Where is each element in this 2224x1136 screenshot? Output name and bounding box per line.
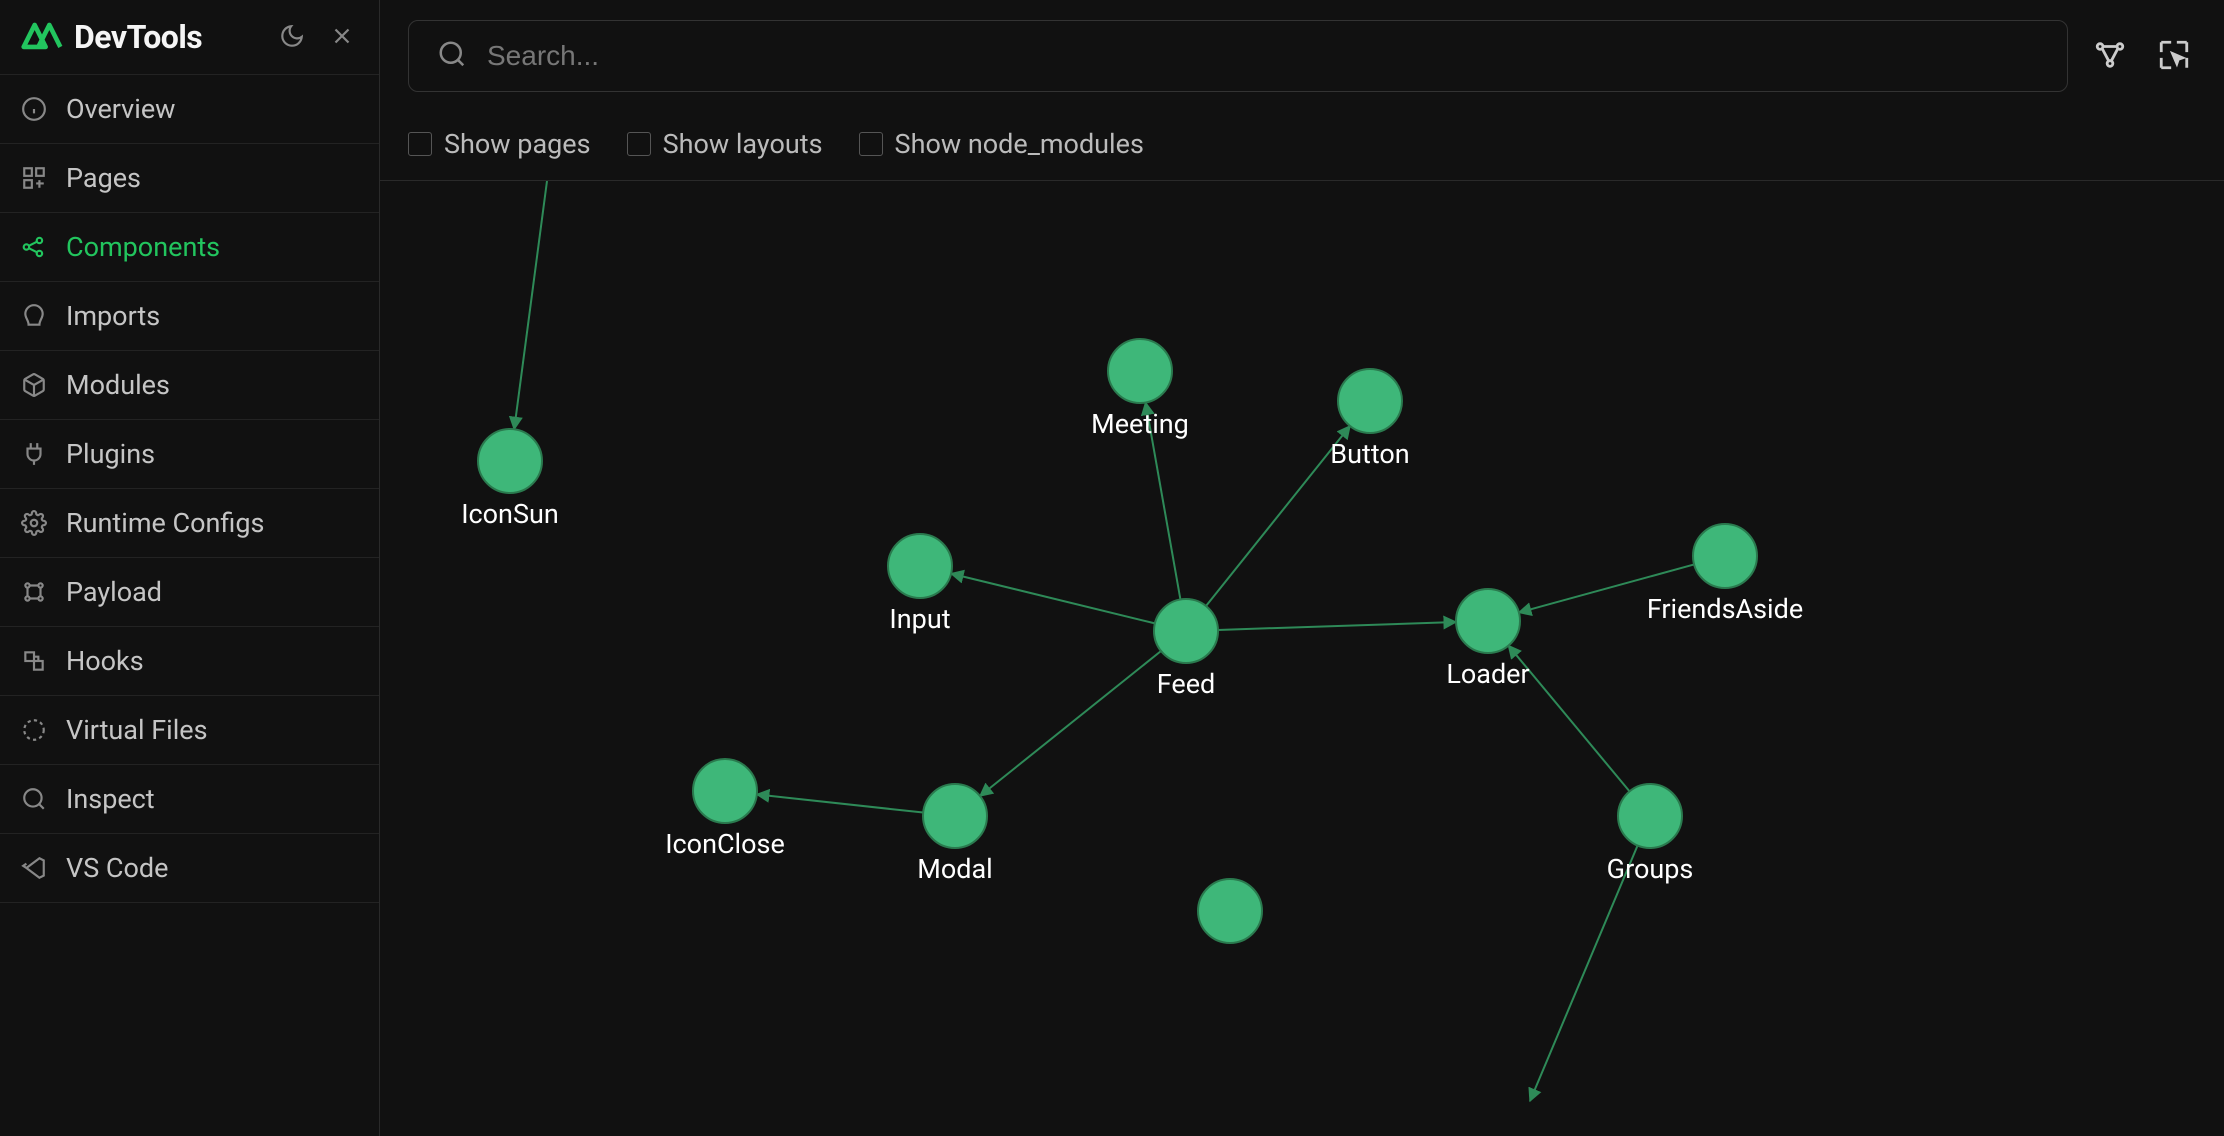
imports-icon [20, 302, 48, 330]
modules-icon [20, 371, 48, 399]
nav-item-imports[interactable]: Imports [0, 281, 379, 350]
graph-node[interactable]: Input [888, 534, 952, 635]
checkbox[interactable] [859, 132, 883, 156]
search-icon [437, 39, 467, 73]
sidebar: DevTools Overview Pages [0, 0, 380, 1136]
graph-edge [757, 794, 923, 812]
component-graph[interactable]: IconSun Meeting Button Input Feed Loader Frien… [380, 181, 2224, 1136]
nav-item-plugins[interactable]: Plugins [0, 419, 379, 488]
nav-label: Inspect [66, 783, 155, 815]
filter-label: Show layouts [663, 128, 823, 160]
graph-node-label: Groups [1607, 853, 1694, 885]
virtual-files-icon [20, 716, 48, 744]
topbar [380, 0, 2224, 112]
graph-svg[interactable]: IconSun Meeting Button Input Feed Loader Frien… [380, 181, 2224, 1136]
filter-label: Show pages [444, 128, 591, 160]
nav-item-pages[interactable]: Pages [0, 143, 379, 212]
graph-node[interactable]: FriendsAside [1647, 524, 1803, 625]
graph-icon [20, 233, 48, 261]
graph-node[interactable]: Groups [1607, 784, 1694, 885]
payload-icon [20, 578, 48, 606]
hooks-icon [20, 647, 48, 675]
graph-node-label: Button [1330, 438, 1409, 470]
sidebar-header: DevTools [0, 0, 379, 74]
graph-view-icon [2093, 38, 2127, 75]
nav-label: Imports [66, 300, 160, 332]
search-box[interactable] [408, 20, 2068, 92]
graph-node-label: Meeting [1091, 408, 1189, 440]
nav-item-runtime-configs[interactable]: Runtime Configs [0, 488, 379, 557]
nav-item-modules[interactable]: Modules [0, 350, 379, 419]
search-icon [20, 785, 48, 813]
graph-node[interactable]: Loader [1446, 589, 1529, 690]
inspect-element-button[interactable] [2152, 34, 2196, 78]
nav-label: Payload [66, 576, 162, 608]
nav-label: VS Code [66, 852, 168, 884]
logo-icon [20, 18, 64, 56]
nav-item-components[interactable]: Components [0, 212, 379, 281]
graph-node-label: Modal [917, 853, 992, 885]
filter-show-node-modules[interactable]: Show node_modules [859, 128, 1144, 160]
graph-node-label: Input [889, 603, 950, 635]
moon-icon [279, 23, 305, 52]
nav-label: Hooks [66, 645, 144, 677]
nav-label: Runtime Configs [66, 507, 264, 539]
nav-label: Components [66, 231, 220, 263]
graph-edge [514, 181, 547, 429]
nav-label: Overview [66, 93, 175, 125]
graph-edge [980, 651, 1161, 796]
nav-label: Pages [66, 162, 141, 194]
graph-view-button[interactable] [2088, 34, 2132, 78]
graph-node[interactable]: Button [1330, 369, 1409, 470]
filter-show-pages[interactable]: Show pages [408, 128, 591, 160]
graph-edge [1218, 622, 1456, 630]
pages-icon [20, 164, 48, 192]
nav-item-payload[interactable]: Payload [0, 557, 379, 626]
close-icon [329, 23, 355, 52]
nav-item-vscode[interactable]: VS Code [0, 833, 379, 903]
vscode-icon [20, 854, 48, 882]
info-icon [20, 95, 48, 123]
nav-label: Plugins [66, 438, 155, 470]
graph-node[interactable]: IconSun [461, 429, 559, 530]
graph-node[interactable] [1198, 879, 1262, 943]
graph-node-label: FriendsAside [1647, 593, 1803, 625]
graph-node[interactable]: Feed [1154, 599, 1218, 700]
nav-item-overview[interactable]: Overview [0, 74, 379, 143]
main: Show pages Show layouts Show node_module… [380, 0, 2224, 1136]
gear-icon [20, 509, 48, 537]
graph-node[interactable]: IconClose [665, 759, 785, 860]
plugins-icon [20, 440, 48, 468]
graph-node-label: IconClose [665, 828, 785, 860]
logo: DevTools [20, 18, 259, 56]
filter-bar: Show pages Show layouts Show node_module… [380, 112, 2224, 181]
graph-edge [1206, 426, 1350, 606]
graph-node[interactable]: Meeting [1091, 339, 1189, 440]
nav-label: Virtual Files [66, 714, 208, 746]
checkbox[interactable] [408, 132, 432, 156]
graph-node-label: IconSun [461, 498, 559, 530]
filter-label: Show node_modules [895, 128, 1144, 160]
checkbox[interactable] [627, 132, 651, 156]
graph-edge [951, 574, 1155, 624]
close-button[interactable] [325, 20, 359, 54]
nav-item-virtual-files[interactable]: Virtual Files [0, 695, 379, 764]
filter-show-layouts[interactable]: Show layouts [627, 128, 823, 160]
nav-item-hooks[interactable]: Hooks [0, 626, 379, 695]
graph-node-label: Loader [1446, 658, 1529, 690]
app-title: DevTools [74, 18, 202, 56]
nav-item-inspect[interactable]: Inspect [0, 764, 379, 833]
inspect-cursor-icon [2157, 38, 2191, 75]
nav-label: Modules [66, 369, 170, 401]
search-input[interactable] [487, 40, 2039, 72]
graph-node-label: Feed [1157, 668, 1216, 700]
nav: Overview Pages Components Imports Module… [0, 74, 379, 903]
graph-node[interactable]: Modal [917, 784, 992, 885]
theme-toggle-button[interactable] [275, 20, 309, 54]
